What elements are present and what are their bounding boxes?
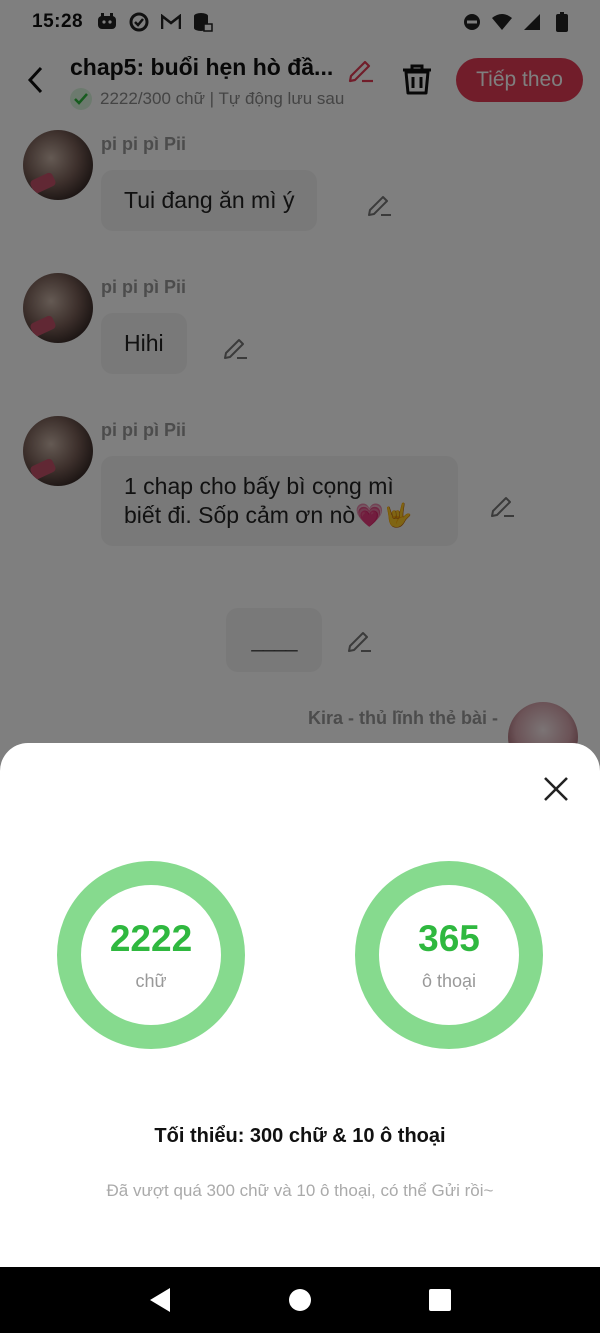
edit-title-button[interactable] xyxy=(346,54,376,84)
dialog-list: pi pi pì Pii Tui đang ăn mì ý pi pi pì P… xyxy=(0,118,600,772)
avatar[interactable] xyxy=(23,416,93,486)
pencil-icon xyxy=(368,196,391,216)
edit-message-button[interactable] xyxy=(366,190,394,218)
sender-name: pi pi pì Pii xyxy=(101,420,186,440)
sender-name: Kira - thủ lĩnh thẻ bài - xyxy=(308,708,498,728)
dialog-count-label: ô thoại xyxy=(421,970,477,991)
database-icon xyxy=(193,12,213,32)
nav-back-button[interactable] xyxy=(140,1280,180,1320)
pencil-icon xyxy=(224,339,247,359)
message-bubble[interactable]: Tui đang ăn mì ý xyxy=(101,170,318,231)
nav-home-button[interactable] xyxy=(280,1280,320,1320)
trash-icon xyxy=(403,64,431,95)
sync-icon xyxy=(129,12,149,32)
circle-home-icon xyxy=(289,1289,311,1311)
battery-icon xyxy=(552,12,572,32)
save-status: 2222/300 chữ | Tự động lưu sau xyxy=(70,88,376,110)
chapter-title[interactable]: chap5: buổi hẹn hò đầ... xyxy=(70,54,338,81)
status-bar: 15:28 xyxy=(0,0,600,44)
chevron-left-icon xyxy=(27,66,43,94)
pencil-icon xyxy=(348,632,371,652)
next-button[interactable]: Tiếp theo xyxy=(456,58,583,102)
narration-bubble[interactable]: ____ xyxy=(226,608,322,672)
close-button[interactable] xyxy=(538,771,574,807)
status-time: 15:28 xyxy=(32,11,84,32)
message-bubble[interactable]: 1 chap cho bấy bì cọng mì biết đi. Sốp c… xyxy=(101,456,458,546)
dialog-count-value: 365 xyxy=(418,917,480,959)
game-controller-icon xyxy=(97,12,117,32)
check-icon xyxy=(70,88,92,110)
system-nav-bar xyxy=(0,1267,600,1333)
pencil-icon xyxy=(348,60,373,83)
close-icon xyxy=(544,777,568,801)
wifi-icon xyxy=(492,12,512,32)
triangle-back-icon xyxy=(150,1288,170,1312)
delete-button[interactable] xyxy=(400,62,434,96)
sender-name: pi pi pì Pii xyxy=(101,277,186,297)
word-count-ring: 2222 chữ xyxy=(57,861,245,1049)
avatar[interactable] xyxy=(23,130,93,200)
message-bubble[interactable]: Hihi xyxy=(101,313,187,374)
status-system-icons xyxy=(462,12,572,32)
gmail-icon xyxy=(161,12,182,32)
editor-header: chap5: buổi hẹn hò đầ... 2222/300 chữ | … xyxy=(0,44,600,118)
avatar[interactable] xyxy=(23,273,93,343)
word-count-value: 2222 xyxy=(109,917,193,959)
edit-message-button[interactable] xyxy=(489,491,517,519)
do-not-disturb-icon xyxy=(462,12,482,32)
back-button[interactable] xyxy=(20,62,50,98)
sender-name: pi pi pì Pii xyxy=(101,134,186,154)
requirement-note: Đã vượt quá 300 chữ và 10 ô thoại, có th… xyxy=(106,1181,494,1200)
edit-message-button[interactable] xyxy=(222,333,250,361)
edit-message-button[interactable] xyxy=(346,626,374,654)
status-notification-icons xyxy=(97,12,213,32)
square-recents-icon xyxy=(429,1289,451,1311)
word-count-status: 2222/300 chữ | Tự động lưu sau xyxy=(100,89,345,108)
dialog-count-ring: 365 ô thoại xyxy=(355,861,543,1049)
nav-recents-button[interactable] xyxy=(420,1280,460,1320)
word-count-label: chữ xyxy=(135,970,167,991)
signal-icon xyxy=(522,12,542,32)
pencil-icon xyxy=(491,497,514,517)
minimum-requirement: Tối thiểu: 300 chữ & 10 ô thoại xyxy=(154,1125,446,1147)
word-count-sheet: 2222 chữ 365 ô thoại Tối thiểu: 300 chữ … xyxy=(0,743,600,1267)
